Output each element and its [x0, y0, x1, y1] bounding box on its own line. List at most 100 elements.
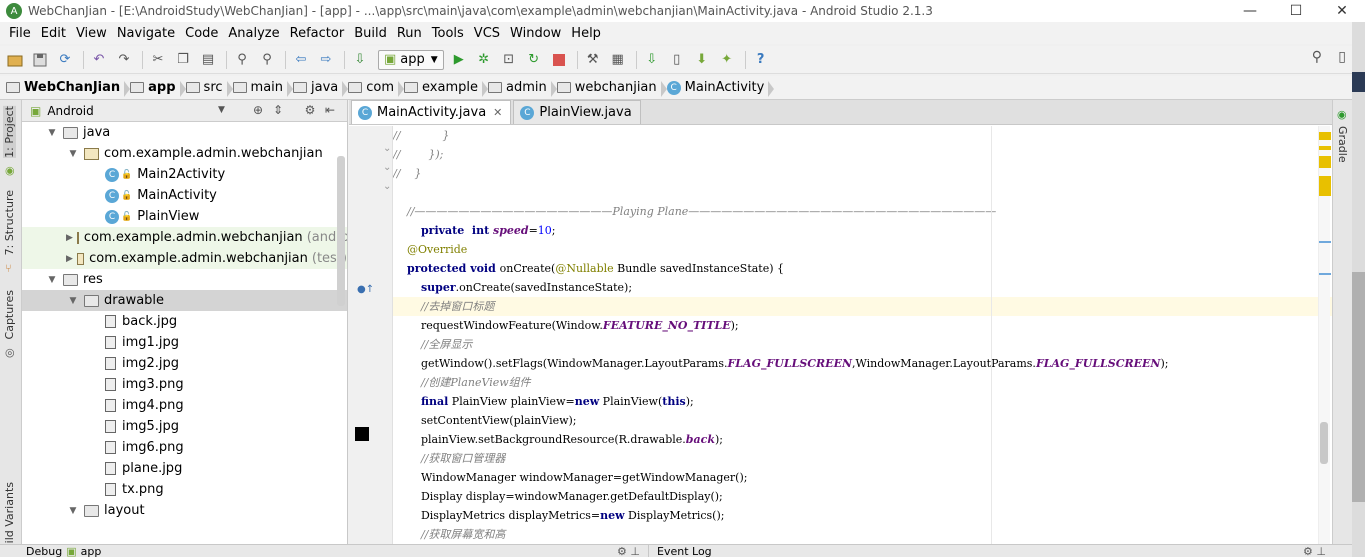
warning-marker[interactable] — [1319, 146, 1331, 150]
editor-scrollbar[interactable] — [1320, 422, 1328, 464]
code-line[interactable]: // } — [393, 126, 1333, 145]
override-method-icon[interactable]: ●↑ — [357, 284, 374, 295]
sync-icon[interactable]: ⟳ — [54, 49, 76, 71]
code-line[interactable]: //去掉窗口标题 — [393, 297, 1333, 316]
make-project-icon[interactable]: ⇩ — [349, 49, 371, 71]
breadcrumb-item-java[interactable]: java — [293, 80, 349, 97]
search-icon[interactable]: ⚲ — [1312, 49, 1322, 65]
gear-icon[interactable]: ⚙ — [300, 103, 320, 117]
code-line[interactable]: //创建PlaneView组件 — [393, 373, 1333, 392]
menu-help[interactable]: Help — [566, 26, 606, 41]
breadcrumb-item-main[interactable]: main — [232, 80, 294, 97]
menu-refactor[interactable]: Refactor — [285, 26, 350, 41]
chevron-down-icon[interactable]: ▼ — [66, 149, 80, 159]
code-line[interactable]: plainView.setBackgroundResource(R.drawab… — [393, 430, 1333, 449]
back-icon[interactable]: ⇦ — [290, 49, 312, 71]
breadcrumb-item-project[interactable]: WebChanJian — [6, 80, 131, 97]
tree-row[interactable]: ▼ layout — [22, 500, 347, 521]
breadcrumb-item-admin[interactable]: admin — [488, 80, 557, 97]
tree-row[interactable]: img2.jpg — [22, 353, 347, 374]
code-editor[interactable]: // } // }); // } //——————————————————Playi… — [393, 126, 1333, 544]
code-line[interactable]: WindowManager windowManager=getWindowMan… — [393, 468, 1333, 487]
fold-icon[interactable]: ⌄ — [383, 181, 391, 192]
menu-navigate[interactable]: Navigate — [112, 26, 180, 41]
maximize-icon[interactable]: ☐ — [1273, 0, 1319, 22]
tree-row[interactable]: img1.jpg — [22, 332, 347, 353]
tab-captures[interactable]: Captures — [3, 290, 16, 339]
tree-row[interactable]: img6.png — [22, 437, 347, 458]
menu-view[interactable]: View — [71, 26, 112, 41]
tree-row[interactable]: ▼ com.example.admin.webchanjian — [22, 143, 347, 164]
tree-row[interactable]: ▶ com.example.admin.webchanjian (andro — [22, 227, 347, 248]
run-config-select[interactable]: ▣ app ▼ — [378, 49, 444, 70]
code-line[interactable]: getWindow().setFlags(WindowManager.Layou… — [393, 354, 1333, 373]
error-stripe[interactable] — [1318, 126, 1331, 544]
gear-icon[interactable]: ⚙ ⊥ — [617, 545, 640, 557]
menu-code[interactable]: Code — [180, 26, 223, 41]
menu-run[interactable]: Run — [392, 26, 427, 41]
apply-changes-icon[interactable]: ↻ — [523, 49, 545, 71]
android-device-monitor-icon[interactable]: ✦ — [716, 49, 738, 71]
event-log-sidebar-icon[interactable]: ▯ — [1338, 49, 1346, 65]
cut-icon[interactable]: ✂ — [147, 49, 169, 71]
tree-row[interactable]: ▼ res — [22, 269, 347, 290]
code-line[interactable]: @Override — [393, 240, 1333, 259]
chevron-down-icon[interactable]: ▼ — [66, 506, 80, 516]
breadcrumb-item-app[interactable]: app — [130, 80, 186, 97]
stop-icon[interactable] — [548, 49, 570, 71]
tab-gradle[interactable]: Gradle — [1336, 126, 1349, 163]
tab-plainview[interactable]: C PlainView.java — [513, 100, 641, 124]
menu-file[interactable]: File — [4, 26, 36, 41]
collapse-all-icon[interactable]: ⇕ — [268, 103, 288, 117]
minimize-icon[interactable]: — — [1227, 0, 1273, 22]
warning-marker[interactable] — [1319, 176, 1331, 196]
save-all-icon[interactable] — [29, 49, 51, 71]
menu-edit[interactable]: Edit — [36, 26, 71, 41]
settings-icon[interactable]: ▦ — [607, 49, 629, 71]
editor-gutter[interactable]: ⌄ ⌄ ⌄ ●↑ — [349, 126, 393, 544]
code-line[interactable]: setContentView(plainView); — [393, 411, 1333, 430]
tab-mainactivity[interactable]: C MainActivity.java ✕ — [351, 100, 512, 124]
tree-row[interactable]: img4.png — [22, 395, 347, 416]
tree-row[interactable]: img3.png — [22, 374, 347, 395]
code-line[interactable]: // } — [393, 164, 1333, 183]
forward-icon[interactable]: ⇨ — [315, 49, 337, 71]
chevron-down-icon[interactable]: ▼ — [45, 128, 59, 138]
menu-window[interactable]: Window — [505, 26, 566, 41]
code-line[interactable]: Display display=windowManager.getDefault… — [393, 487, 1333, 506]
project-view-select[interactable]: Android — [47, 104, 227, 118]
scroll-from-source-icon[interactable]: ⊕ — [248, 103, 268, 117]
copy-icon[interactable]: ❐ — [172, 49, 194, 71]
code-line[interactable]: DisplayMetrics displayMetrics=new Displa… — [393, 506, 1333, 525]
debug-icon[interactable]: ✲ — [473, 49, 495, 71]
chevron-down-icon[interactable]: ▼ — [45, 275, 59, 285]
chevron-right-icon[interactable]: ▶ — [66, 254, 73, 264]
background-preview-icon[interactable] — [355, 427, 369, 441]
attach-debugger-icon[interactable]: ⊡ — [498, 49, 520, 71]
menu-tools[interactable]: Tools — [427, 26, 469, 41]
redo-icon[interactable]: ↷ — [113, 49, 135, 71]
warning-marker[interactable] — [1319, 156, 1331, 168]
code-line[interactable]: //获取屏幕宽和高 — [393, 525, 1333, 544]
menu-vcs[interactable]: VCS — [469, 26, 505, 41]
event-log-header[interactable]: Event Log ⚙ ⊥ — [648, 545, 1352, 557]
tree-row[interactable]: C 🔓 PlainView — [22, 206, 347, 227]
code-line[interactable]: private int speed=10; — [393, 221, 1333, 240]
tree-row[interactable]: C 🔓 Main2Activity — [22, 164, 347, 185]
fold-icon[interactable]: ⌄ — [383, 162, 391, 173]
chevron-right-icon[interactable]: ▶ — [66, 233, 73, 243]
paste-icon[interactable]: ▤ — [197, 49, 219, 71]
open-folder-icon[interactable] — [4, 49, 26, 71]
tab-project[interactable]: 1: Project — [3, 106, 16, 158]
tree-row[interactable]: tx.png — [22, 479, 347, 500]
tree-row[interactable]: ▼ drawable — [22, 290, 347, 311]
replace-icon[interactable]: ⚲ — [256, 49, 278, 71]
find-icon[interactable]: ⚲ — [231, 49, 253, 71]
tree-row[interactable]: img5.jpg — [22, 416, 347, 437]
run-icon[interactable]: ▶ — [448, 49, 470, 71]
project-structure-icon[interactable]: ⚒ — [582, 49, 604, 71]
chevron-down-icon[interactable]: ▼ — [66, 296, 80, 306]
hide-panel-icon[interactable]: ⇤ — [320, 103, 340, 117]
help-icon[interactable]: ? — [750, 49, 772, 71]
breadcrumb-item-src[interactable]: src — [185, 80, 233, 97]
